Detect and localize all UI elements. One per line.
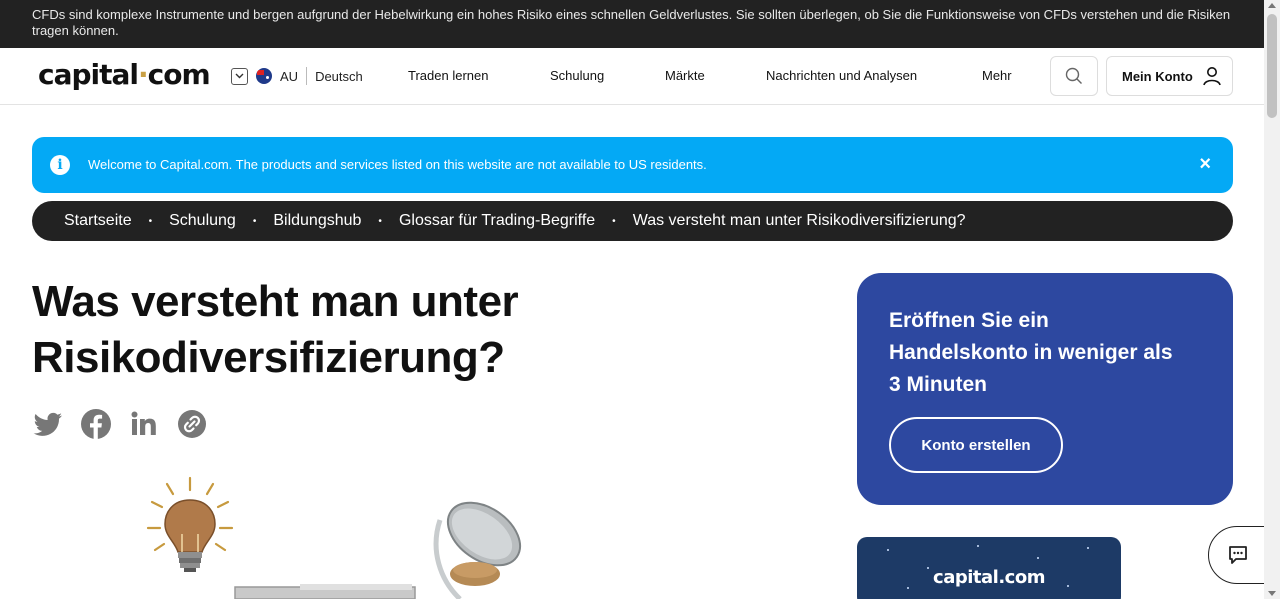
search-icon xyxy=(1065,67,1082,84)
breadcrumb-separator: • xyxy=(252,215,257,227)
logo-dot: · xyxy=(138,58,149,91)
page-title-line-1: Was versteht man unter xyxy=(32,277,519,326)
capital-logo[interactable]: capital·com xyxy=(38,58,211,91)
risk-warning-text: CFDs sind komplexe Instrumente und berge… xyxy=(32,7,1231,38)
chat-icon xyxy=(1229,546,1247,564)
breadcrumb-schulung[interactable]: Schulung xyxy=(169,212,236,230)
nav-schulung[interactable]: Schulung xyxy=(550,68,604,83)
card-logo: capital.com xyxy=(933,567,1045,588)
region-language-selector[interactable]: AU Deutsch xyxy=(231,67,363,85)
nav-nachrichten-analysen[interactable]: Nachrichten und Analysen xyxy=(766,68,917,83)
notice-text: Welcome to Capital.com. The products and… xyxy=(88,157,707,172)
nav-mehr[interactable]: Mehr xyxy=(982,68,1012,83)
breadcrumb-current-page: Was versteht man unter Risikodiversifizi… xyxy=(632,212,966,229)
nav-traden-lernen[interactable]: Traden lernen xyxy=(408,68,488,83)
page-title-line-2: Risikodiversifizierung? xyxy=(32,333,505,382)
promo-headline: Eröffnen Sie ein Handelskonto in weniger… xyxy=(889,309,1173,396)
open-account-promo: Eröffnen Sie ein Handelskonto in weniger… xyxy=(857,273,1233,505)
my-account-button[interactable]: Mein Konto xyxy=(1106,56,1233,96)
site-header: capital·com AU Deutsch Traden lernen Sch… xyxy=(0,48,1264,105)
scrollbar-thumb[interactable] xyxy=(1267,14,1277,118)
region-divider xyxy=(306,67,308,85)
twitter-icon[interactable] xyxy=(32,408,64,440)
breadcrumb-glossar[interactable]: Glossar für Trading-Begriffe xyxy=(399,212,595,230)
card-star xyxy=(977,545,979,547)
us-residents-notice: i Welcome to Capital.com. The products a… xyxy=(32,137,1233,193)
capital-promo-card[interactable]: capital.com xyxy=(857,537,1121,599)
breadcrumb-separator: • xyxy=(378,215,382,227)
page-scrollbar[interactable] xyxy=(1264,0,1280,599)
language-label[interactable]: Deutsch xyxy=(315,69,363,84)
search-button[interactable] xyxy=(1050,56,1098,96)
logo-text-com: com xyxy=(147,58,211,91)
risk-warning-banner: CFDs sind komplexe Instrumente und berge… xyxy=(0,0,1264,48)
risk-illustration xyxy=(146,476,522,599)
user-icon xyxy=(1202,67,1221,86)
card-star xyxy=(1037,557,1039,559)
close-icon[interactable]: × xyxy=(1199,153,1211,176)
scroll-up-arrow-icon[interactable] xyxy=(1268,3,1276,8)
info-icon: i xyxy=(50,155,70,175)
breadcrumb-bildungshub[interactable]: Bildungshub xyxy=(273,212,361,230)
breadcrumb: Startseite • Schulung • Bildungshub • Gl… xyxy=(32,201,1233,241)
copy-link-icon[interactable] xyxy=(176,408,208,440)
region-code: AU xyxy=(280,68,299,84)
australia-flag-icon xyxy=(256,68,272,84)
chevron-down-icon[interactable] xyxy=(231,67,248,85)
lightbulb-icon xyxy=(146,476,234,572)
linkedin-icon[interactable] xyxy=(128,408,160,440)
breadcrumb-separator: • xyxy=(148,215,153,227)
chat-button[interactable] xyxy=(1208,526,1270,584)
logo-text-capital: capital xyxy=(38,58,139,91)
facebook-icon[interactable] xyxy=(80,408,112,440)
card-star xyxy=(1087,547,1089,549)
nav-maerkte[interactable]: Märkte xyxy=(665,68,705,83)
create-account-button[interactable]: Konto erstellen xyxy=(889,417,1063,473)
book-stack-icon xyxy=(234,584,416,599)
card-star xyxy=(887,549,889,551)
breadcrumb-separator: • xyxy=(612,215,616,227)
hourglass-icon xyxy=(433,501,522,599)
page-title: Was versteht man unter Risikodiversifizi… xyxy=(32,274,752,386)
breadcrumb-startseite[interactable]: Startseite xyxy=(64,212,132,230)
account-label: Mein Konto xyxy=(1122,68,1193,84)
scroll-down-arrow-icon[interactable] xyxy=(1268,591,1276,596)
